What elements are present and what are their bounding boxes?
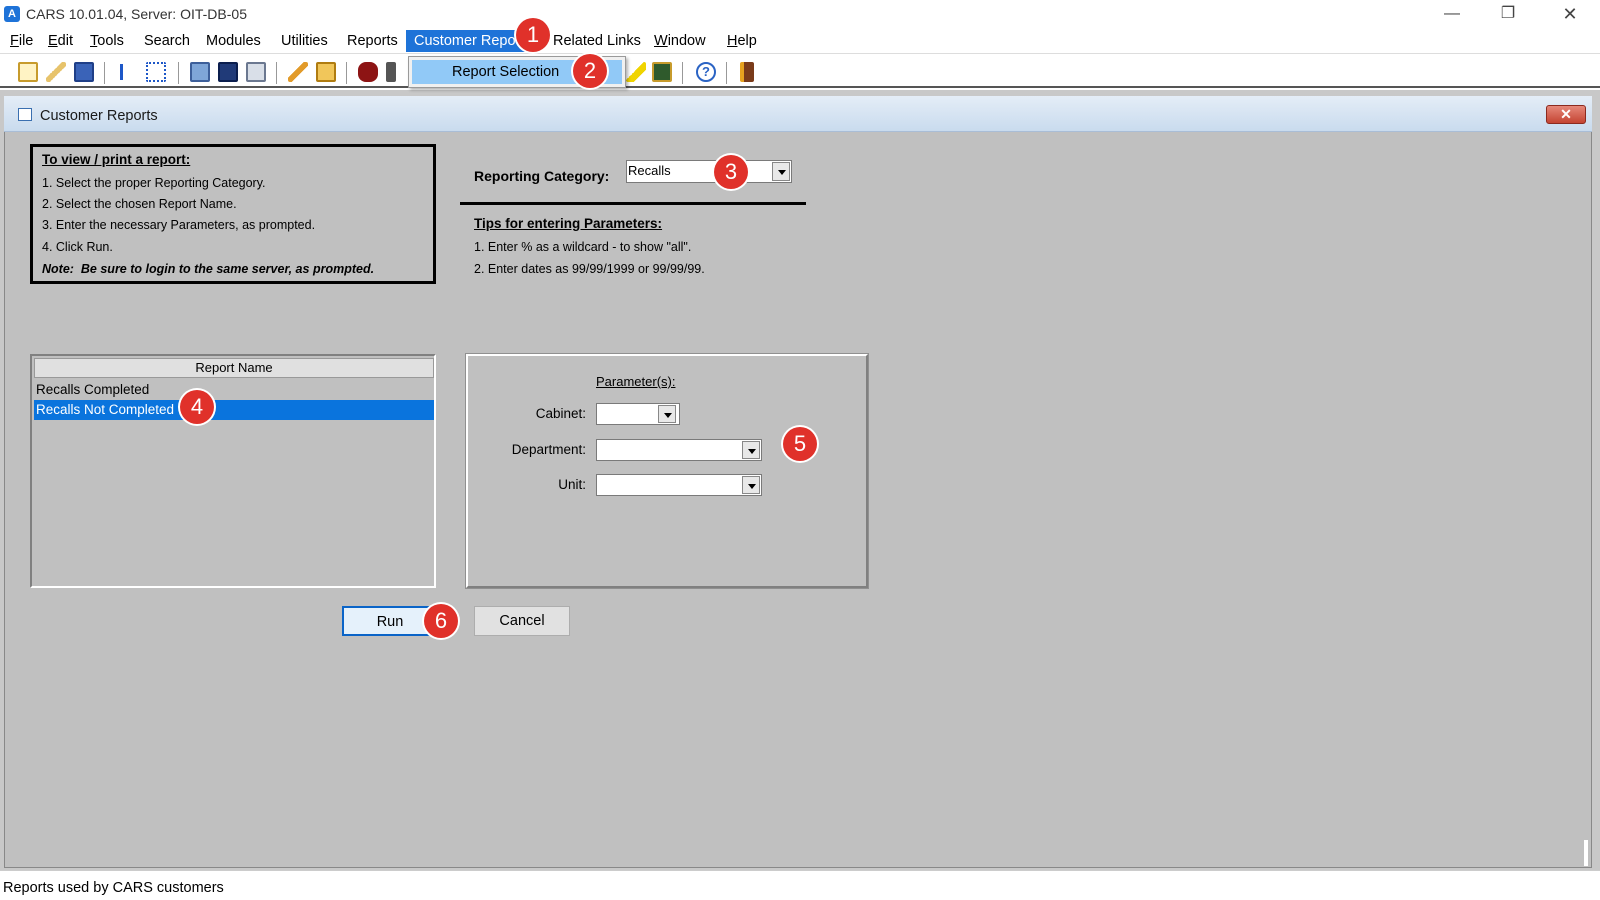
status-text: Reports used by CARS customers	[3, 880, 224, 896]
help-icon[interactable]: ?	[696, 62, 716, 82]
print-icon[interactable]	[190, 62, 210, 82]
cancel-button[interactable]: Cancel	[474, 606, 570, 636]
instruction-step: 3. Enter the necessary Parameters, as pr…	[42, 218, 316, 232]
building-icon[interactable]	[386, 62, 396, 82]
tips-heading: Tips for entering Parameters:	[474, 216, 663, 231]
app-icon: A	[4, 6, 20, 22]
menu-related-links[interactable]: Related Links	[545, 30, 649, 52]
select-icon[interactable]	[146, 62, 166, 82]
status-bar	[0, 870, 1600, 900]
child-close-button[interactable]: ✕	[1546, 105, 1586, 124]
department-select[interactable]	[596, 439, 762, 461]
step-marker-1: 1	[516, 18, 550, 52]
highlight-icon[interactable]	[626, 62, 646, 82]
car-icon[interactable]	[358, 62, 378, 82]
folder-icon[interactable]	[316, 62, 336, 82]
step-marker-4: 4	[180, 390, 214, 424]
tip-item: 2. Enter dates as 99/99/1999 or 99/99/99…	[474, 262, 705, 276]
new-record-icon[interactable]	[18, 62, 38, 82]
preview-icon[interactable]	[246, 62, 266, 82]
chevron-down-icon[interactable]	[658, 405, 676, 423]
instruction-step: 2. Select the chosen Report Name.	[42, 197, 237, 211]
instructions-heading: To view / print a report:	[42, 152, 191, 167]
toolbar: ?	[0, 56, 1600, 88]
edit-icon[interactable]	[46, 62, 66, 82]
chevron-down-icon[interactable]	[742, 476, 760, 494]
parameters-title: Parameter(s):	[596, 374, 676, 389]
chevron-down-icon[interactable]	[742, 441, 760, 459]
step-marker-6: 6	[424, 604, 458, 638]
sort-icon[interactable]	[116, 62, 136, 82]
list-item-selected[interactable]: Recalls Not Completed	[34, 400, 434, 420]
reporting-category-label: Reporting Category:	[474, 168, 610, 184]
scrollbar[interactable]	[1584, 840, 1588, 866]
step-marker-5: 5	[783, 427, 817, 461]
unit-select[interactable]	[596, 474, 762, 496]
tip-item: 1. Enter % as a wildcard - to show "all"…	[474, 240, 692, 254]
instructions-note: Note: Be sure to login to the same serve…	[42, 262, 375, 276]
window-title: CARS 10.01.04, Server: OIT-DB-05	[26, 6, 247, 22]
instruction-step: 4. Click Run.	[42, 240, 113, 254]
menu-help[interactable]: Help	[719, 30, 765, 52]
menu-tools[interactable]: Tools	[82, 30, 132, 52]
menu-utilities[interactable]: Utilities	[273, 30, 336, 52]
unit-label: Unit:	[558, 477, 586, 492]
instruction-step: 1. Select the proper Reporting Category.	[42, 176, 266, 190]
window-icon	[18, 108, 32, 121]
menu-file[interactable]: File	[2, 30, 41, 52]
calendar-icon[interactable]	[652, 62, 672, 82]
parameters-panel	[465, 353, 869, 589]
cabinet-label: Cabinet:	[535, 406, 586, 421]
report-name-header[interactable]: Report Name	[34, 358, 434, 378]
child-title-bar	[4, 96, 1592, 132]
minimize-icon[interactable]: —	[1424, 0, 1480, 30]
reporting-category-value: Recalls	[628, 163, 671, 178]
menu-search[interactable]: Search	[136, 30, 198, 52]
child-window-title: Customer Reports	[40, 108, 158, 124]
menu-bar: File Edit Tools Search Modules Utilities…	[0, 30, 1600, 54]
maximize-icon[interactable]: ❐	[1480, 0, 1536, 30]
menu-edit[interactable]: Edit	[40, 30, 81, 52]
step-marker-3: 3	[714, 155, 748, 189]
save-icon[interactable]	[74, 62, 94, 82]
menu-window[interactable]: Window	[646, 30, 714, 52]
chevron-down-icon[interactable]	[772, 162, 790, 181]
close-icon[interactable]: ✕	[1542, 0, 1598, 30]
menu-reports[interactable]: Reports	[339, 30, 406, 52]
department-label: Department:	[511, 442, 586, 457]
step-marker-2: 2	[573, 54, 607, 88]
exit-icon[interactable]	[740, 62, 754, 82]
divider	[460, 202, 806, 205]
report-icon[interactable]	[218, 62, 238, 82]
list-item[interactable]: Recalls Completed	[34, 380, 434, 400]
pencil-icon[interactable]	[288, 62, 308, 82]
menu-modules[interactable]: Modules	[198, 30, 269, 52]
